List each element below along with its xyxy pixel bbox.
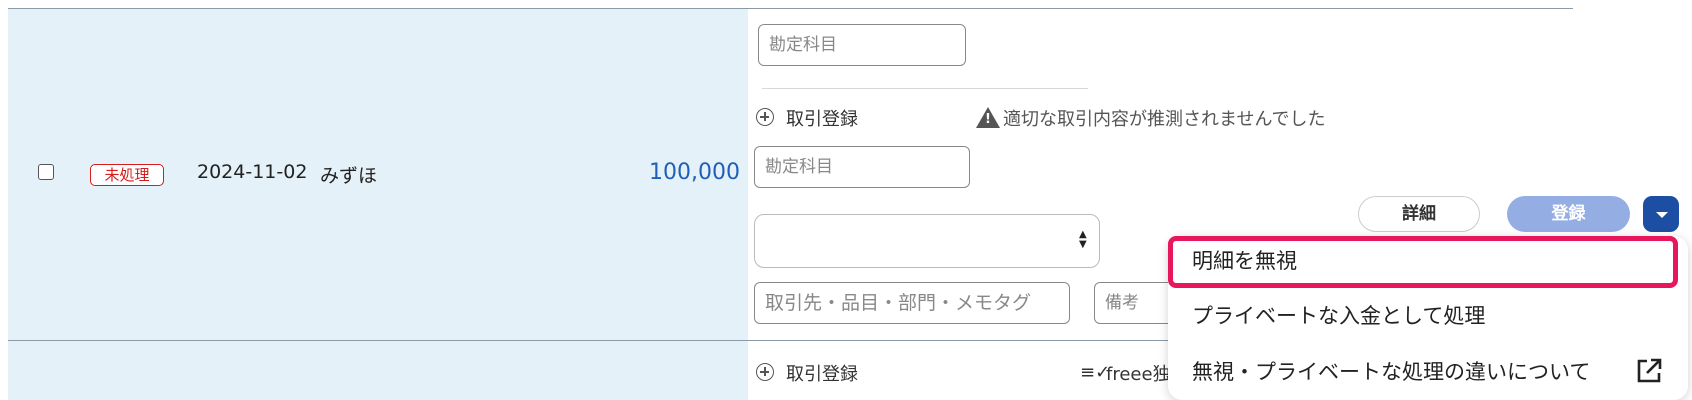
- detail-button[interactable]: 詳細: [1358, 196, 1480, 232]
- faint-divider: [762, 88, 1088, 89]
- menu-item-difference-help[interactable]: 無視・プライベートな処理の違いについて: [1192, 356, 1590, 386]
- menu-highlight-box: [1168, 236, 1678, 288]
- register-deal-link-next[interactable]: 取引登録: [786, 360, 858, 386]
- warning-message: 適切な取引内容が推測されませんでした: [1003, 109, 1326, 130]
- freee-filter-label: freee独: [1106, 364, 1171, 385]
- row-checkbox[interactable]: [38, 164, 54, 180]
- account-field[interactable]: 勘定科目: [754, 146, 970, 188]
- select-arrows-icon: ▲ ▼: [1079, 229, 1087, 250]
- warning-icon-mark: !: [985, 112, 991, 127]
- row-left-panel: [8, 8, 748, 400]
- tax-select[interactable]: [754, 214, 1100, 268]
- status-badge: 未処理: [90, 164, 164, 186]
- row-amount: 100,000: [649, 160, 740, 185]
- partner-tag-field[interactable]: 取引先・品目・部門・メモタグ: [754, 282, 1070, 324]
- plus-circle-icon[interactable]: [756, 363, 774, 381]
- plus-circle-icon[interactable]: [756, 108, 774, 126]
- register-deal-link[interactable]: 取引登録: [786, 105, 858, 131]
- row-divider-top: [8, 8, 1573, 9]
- row-bank: みずほ: [320, 165, 378, 187]
- menu-item-private-deposit[interactable]: プライベートな入金として処理: [1192, 300, 1485, 330]
- external-link-icon[interactable]: [1634, 356, 1664, 386]
- register-button[interactable]: 登録: [1507, 196, 1630, 232]
- row-date: 2024-11-02: [197, 161, 308, 183]
- account-field-previous[interactable]: 勘定科目: [758, 24, 966, 66]
- caret-down-icon: [1656, 212, 1668, 218]
